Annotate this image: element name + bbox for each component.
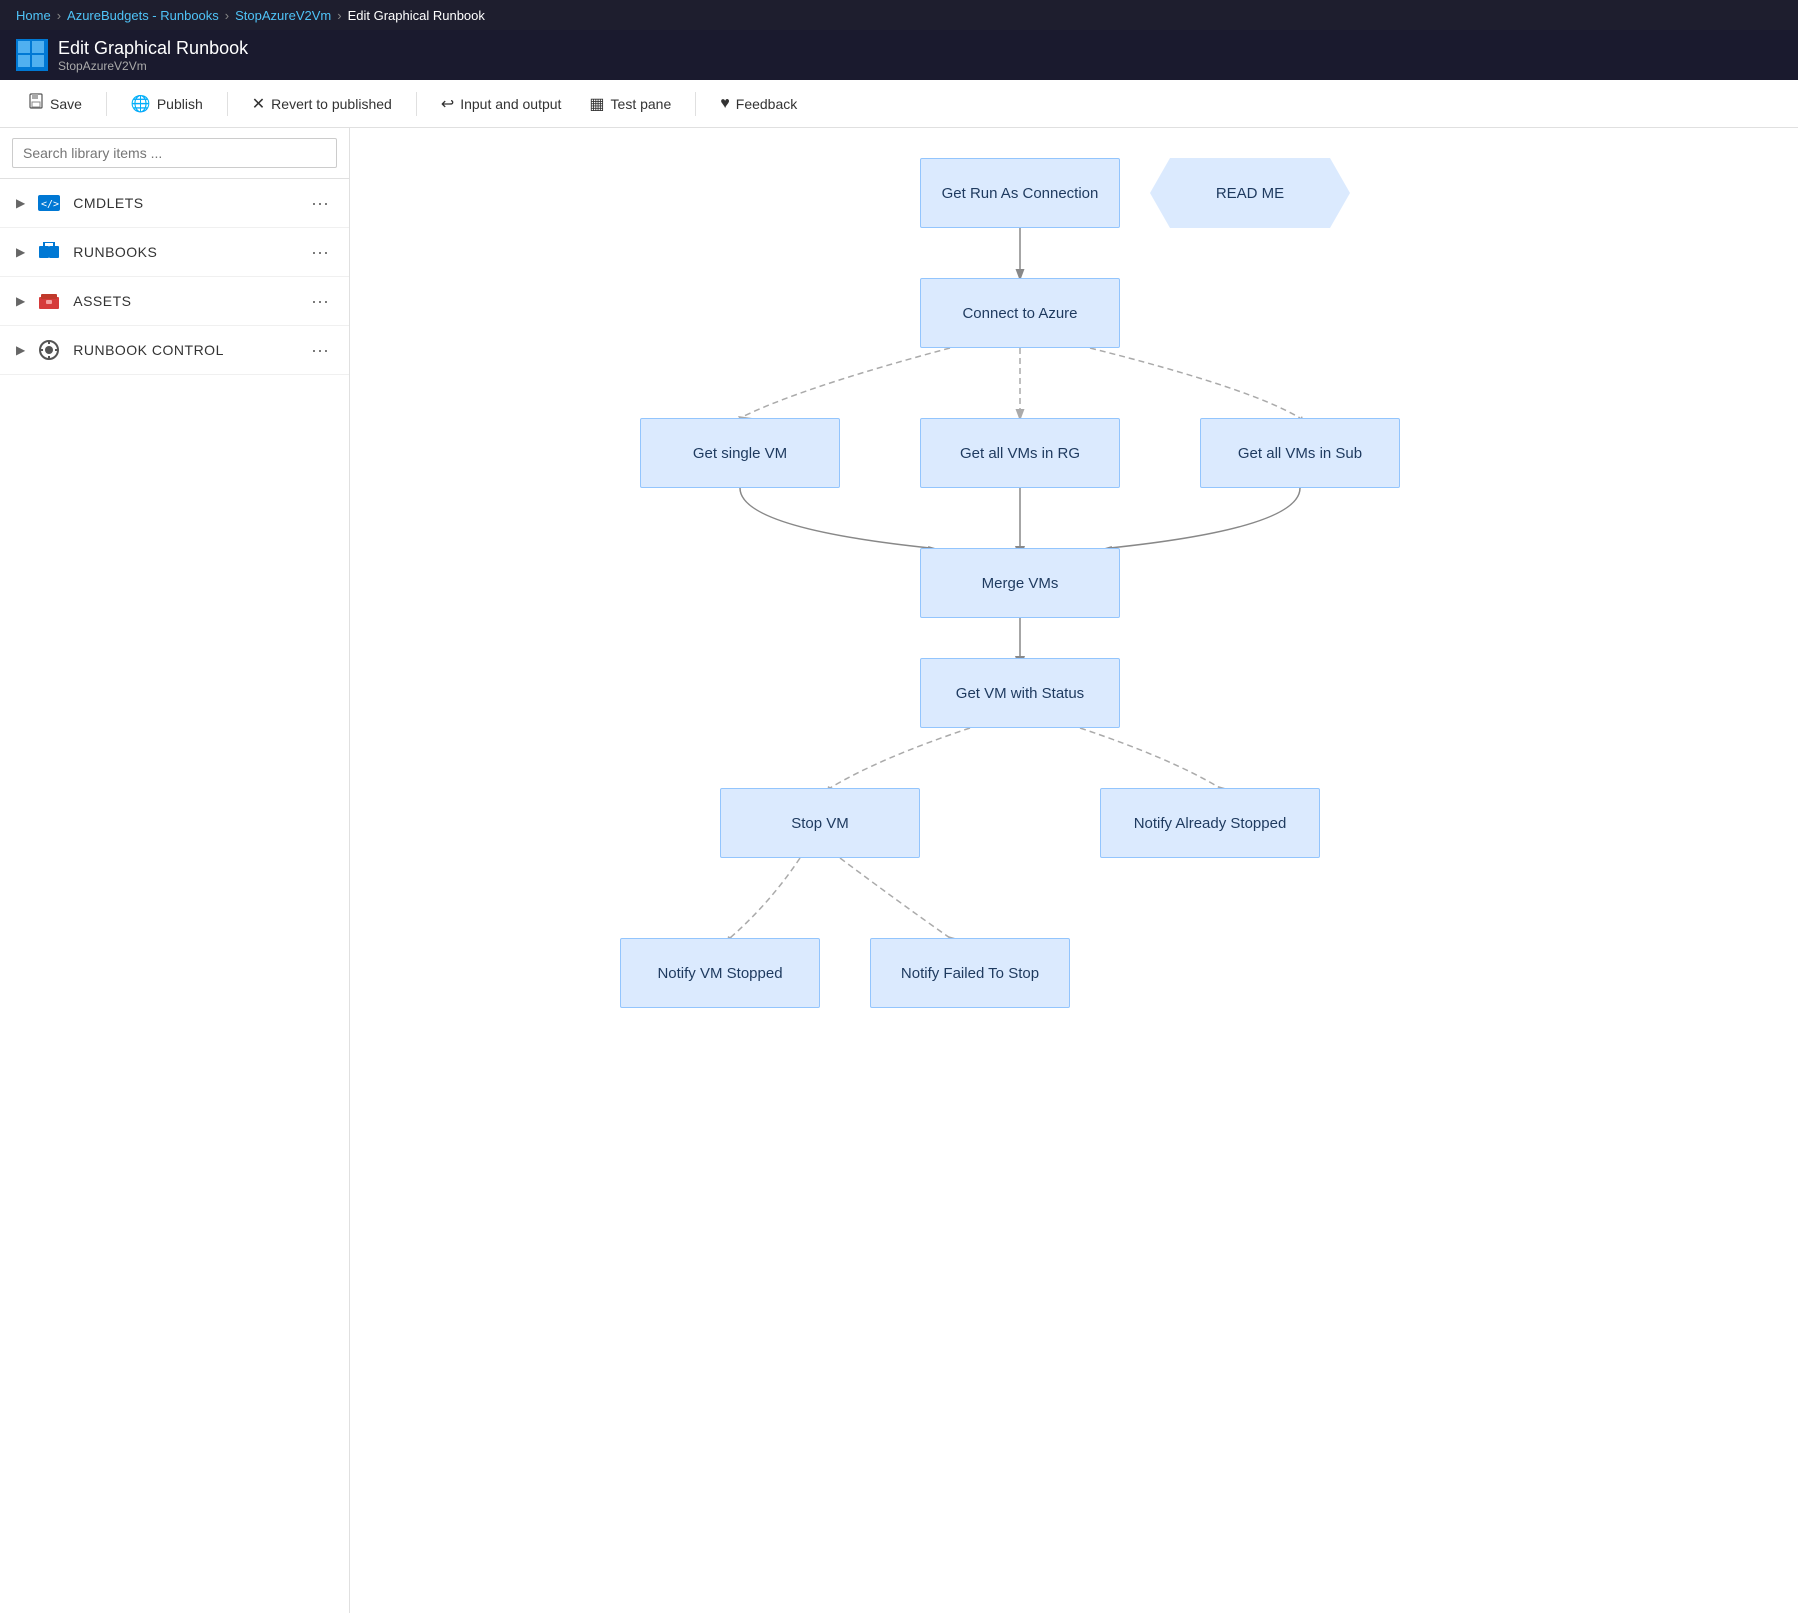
cmdlets-label: CMDLETS xyxy=(73,195,143,211)
node-get-vm-status[interactable]: Get VM with Status xyxy=(920,658,1120,728)
feedback-label: Feedback xyxy=(736,96,797,112)
breadcrumb-current: Edit Graphical Runbook xyxy=(348,8,485,23)
cmdlets-more[interactable]: ··· xyxy=(307,193,333,214)
node-stop-vm[interactable]: Stop VM xyxy=(720,788,920,858)
save-label: Save xyxy=(50,96,82,112)
connections-svg xyxy=(350,128,1550,1613)
sidebar-items: ▶ </> CMDLETS ··· ▶ xyxy=(0,179,349,1613)
node-read-me[interactable]: READ ME xyxy=(1150,158,1350,228)
feedback-button[interactable]: ♥ Feedback xyxy=(708,89,809,119)
search-box[interactable] xyxy=(0,128,349,179)
top-bar: Edit Graphical Runbook StopAzureV2Vm xyxy=(0,30,1798,80)
toolbar-sep-1 xyxy=(106,92,107,116)
test-pane-button[interactable]: ▦ Test pane xyxy=(577,88,683,120)
sidebar: ▶ </> CMDLETS ··· ▶ xyxy=(0,128,350,1613)
page-title-block: Edit Graphical Runbook StopAzureV2Vm xyxy=(58,38,248,73)
node-notify-already-stopped[interactable]: Notify Already Stopped xyxy=(1100,788,1320,858)
toolbar: Save 🌐 Publish ✕ Revert to published ↩ I… xyxy=(0,80,1798,128)
page-subtitle: StopAzureV2Vm xyxy=(58,59,248,73)
feedback-icon: ♥ xyxy=(720,95,730,113)
node-connect-azure[interactable]: Connect to Azure xyxy=(920,278,1120,348)
sidebar-item-runbook-control[interactable]: ▶ RUNBOOK CONTROL ··· xyxy=(0,326,349,375)
assets-icon xyxy=(37,289,61,313)
svg-text:</>: </> xyxy=(41,199,59,210)
node-get-all-vms-sub[interactable]: Get all VMs in Sub xyxy=(1200,418,1400,488)
runbooks-arrow: ▶ xyxy=(16,245,25,259)
node-get-all-vms-rg[interactable]: Get all VMs in RG xyxy=(920,418,1120,488)
app-logo xyxy=(16,39,48,71)
toolbar-sep-3 xyxy=(416,92,417,116)
runbook-control-more[interactable]: ··· xyxy=(307,340,333,361)
publish-label: Publish xyxy=(157,96,203,112)
canvas-inner: Get Run As Connection READ ME Connect to… xyxy=(350,128,1550,1613)
toolbar-sep-2 xyxy=(227,92,228,116)
test-label: Test pane xyxy=(611,96,672,112)
io-button[interactable]: ↩ Input and output xyxy=(429,88,574,120)
runbooks-more[interactable]: ··· xyxy=(307,242,333,263)
node-get-run-as[interactable]: Get Run As Connection xyxy=(920,158,1120,228)
breadcrumb-runbooks[interactable]: AzureBudgets - Runbooks xyxy=(67,8,219,23)
runbook-control-label: RUNBOOK CONTROL xyxy=(73,342,224,358)
node-notify-vm-stopped[interactable]: Notify VM Stopped xyxy=(620,938,820,1008)
io-label: Input and output xyxy=(460,96,561,112)
breadcrumb-runbook[interactable]: StopAzureV2Vm xyxy=(235,8,331,23)
sidebar-item-runbooks[interactable]: ▶ RUNBOOKS ··· xyxy=(0,228,349,277)
io-icon: ↩ xyxy=(441,94,454,114)
assets-arrow: ▶ xyxy=(16,294,25,308)
save-button[interactable]: Save xyxy=(16,87,94,120)
revert-label: Revert to published xyxy=(271,96,392,112)
revert-icon: ✕ xyxy=(252,94,265,114)
test-icon: ▦ xyxy=(589,94,604,114)
breadcrumb-home[interactable]: Home xyxy=(16,8,51,23)
sidebar-item-cmdlets[interactable]: ▶ </> CMDLETS ··· xyxy=(0,179,349,228)
sidebar-item-assets[interactable]: ▶ ASSETS ··· xyxy=(0,277,349,326)
revert-button[interactable]: ✕ Revert to published xyxy=(240,88,404,120)
runbook-control-arrow: ▶ xyxy=(16,343,25,357)
runbooks-icon xyxy=(37,240,61,264)
runbook-control-icon xyxy=(37,338,61,362)
canvas[interactable]: Get Run As Connection READ ME Connect to… xyxy=(350,128,1798,1613)
node-merge-vms[interactable]: Merge VMs xyxy=(920,548,1120,618)
node-notify-failed-stop[interactable]: Notify Failed To Stop xyxy=(870,938,1070,1008)
save-icon xyxy=(28,93,44,114)
publish-button[interactable]: 🌐 Publish xyxy=(119,88,215,120)
cmdlets-arrow: ▶ xyxy=(16,196,25,210)
breadcrumb: Home › AzureBudgets - Runbooks › StopAzu… xyxy=(0,0,1798,30)
main-layout: ▶ </> CMDLETS ··· ▶ xyxy=(0,128,1798,1613)
search-input[interactable] xyxy=(12,138,337,168)
cmdlets-icon: </> xyxy=(37,191,61,215)
page-title: Edit Graphical Runbook xyxy=(58,38,248,59)
assets-more[interactable]: ··· xyxy=(307,291,333,312)
toolbar-sep-4 xyxy=(695,92,696,116)
node-get-single-vm[interactable]: Get single VM xyxy=(640,418,840,488)
publish-icon: 🌐 xyxy=(131,94,151,114)
assets-label: ASSETS xyxy=(73,293,131,309)
runbooks-label: RUNBOOKS xyxy=(73,244,157,260)
